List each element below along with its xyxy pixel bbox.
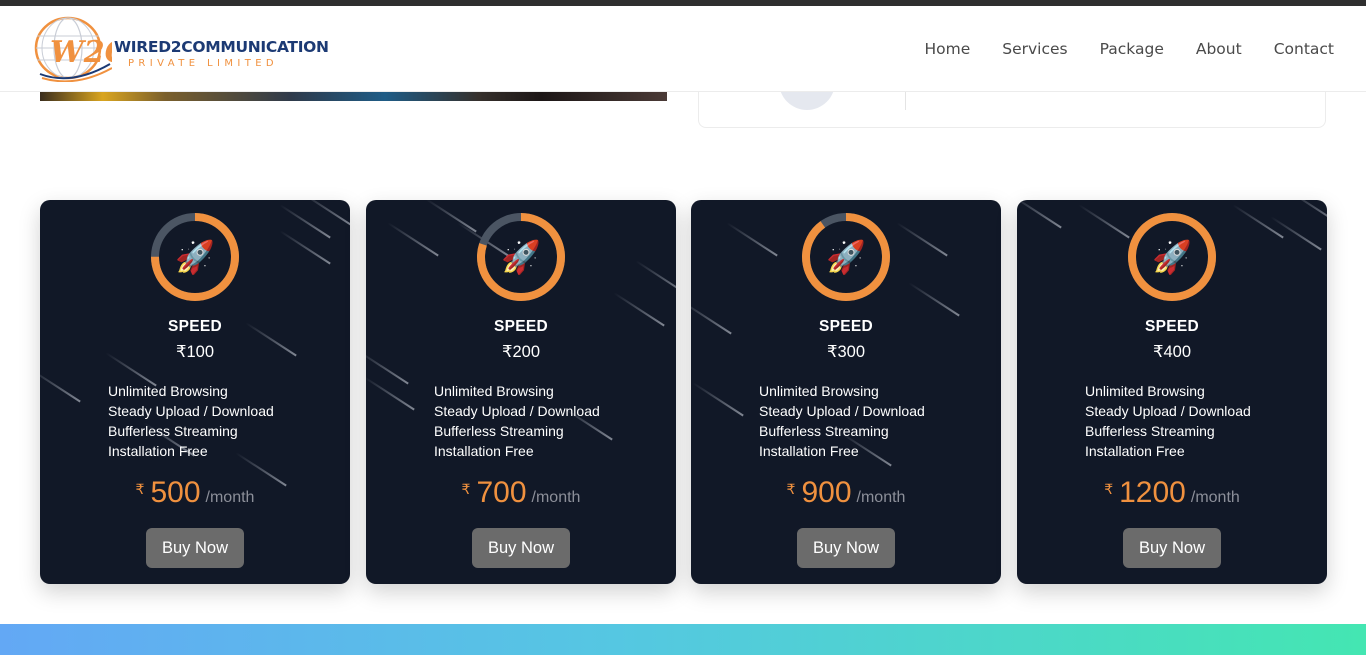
list-item: Installation Free xyxy=(108,443,208,459)
rocket-icon: 🚀 xyxy=(501,239,541,275)
pricing-plans: 🚀 SPEED ₹100 Unlimited Browsing Steady U… xyxy=(40,200,1327,584)
nav-contact[interactable]: Contact xyxy=(1274,40,1334,58)
feature-list: Unlimited Browsing Steady Upload / Downl… xyxy=(434,381,600,461)
nav-home[interactable]: Home xyxy=(924,40,970,58)
list-item: Steady Upload / Download xyxy=(759,403,925,419)
list-item: Unlimited Browsing xyxy=(759,383,879,399)
list-item: Bufferless Streaming xyxy=(108,423,238,439)
currency-symbol: ₹ xyxy=(135,481,145,497)
price-amount: 700 xyxy=(476,476,527,509)
divider xyxy=(905,92,906,110)
hero-image-strip xyxy=(40,92,667,101)
rocket-icon: 🚀 xyxy=(826,239,866,275)
currency-symbol: ₹ xyxy=(461,481,471,497)
plan-price: ₹ 1200 /month xyxy=(1017,476,1327,510)
globe-logo-icon: W2C xyxy=(34,16,112,82)
buy-now-button[interactable]: Buy Now xyxy=(797,528,895,568)
price-amount: 900 xyxy=(801,476,852,509)
plan-card: 🚀 SPEED ₹400 Unlimited Browsing Steady U… xyxy=(1017,200,1327,584)
site-header: W2C WIRED2COMMUNICATION PRIVATE LIMITED … xyxy=(0,6,1366,92)
speed-value: ₹400 xyxy=(1152,343,1192,361)
speed-value: ₹200 xyxy=(501,343,541,361)
speed-label: SPEED xyxy=(1144,318,1200,335)
speed-label: SPEED xyxy=(167,318,223,335)
rocket-icon: 🚀 xyxy=(175,239,215,275)
buy-now-button[interactable]: Buy Now xyxy=(472,528,570,568)
price-period: /month xyxy=(205,489,255,506)
nav-package[interactable]: Package xyxy=(1100,40,1164,58)
currency-symbol: ₹ xyxy=(786,481,796,497)
buy-now-button[interactable]: Buy Now xyxy=(1123,528,1221,568)
main-nav: Home Services Package About Contact xyxy=(892,6,1334,92)
nav-about[interactable]: About xyxy=(1196,40,1242,58)
speed-value: ₹100 xyxy=(175,343,215,361)
list-item: Installation Free xyxy=(759,443,859,459)
list-item: Bufferless Streaming xyxy=(759,423,889,439)
price-amount: 1200 xyxy=(1119,476,1186,509)
list-item: Steady Upload / Download xyxy=(1085,403,1251,419)
speed-label: SPEED xyxy=(493,318,549,335)
rocket-icon: 🚀 xyxy=(1152,239,1192,275)
nav-services[interactable]: Services xyxy=(1002,40,1067,58)
brand-logo[interactable]: W2C WIRED2COMMUNICATION PRIVATE LIMITED xyxy=(32,16,329,82)
plan-card: 🚀 SPEED ₹300 Unlimited Browsing Steady U… xyxy=(691,200,1001,584)
buy-now-button[interactable]: Buy Now xyxy=(146,528,244,568)
list-item: Installation Free xyxy=(1085,443,1185,459)
price-amount: 500 xyxy=(150,476,201,509)
list-item: Bufferless Streaming xyxy=(1085,423,1215,439)
brand-tagline: PRIVATE LIMITED xyxy=(128,58,279,69)
feature-list: Unlimited Browsing Steady Upload / Downl… xyxy=(759,381,925,461)
speed-label: SPEED xyxy=(818,318,874,335)
currency-symbol: ₹ xyxy=(1104,481,1114,497)
list-item: Installation Free xyxy=(434,443,534,459)
price-period: /month xyxy=(531,489,581,506)
list-item: Unlimited Browsing xyxy=(1085,383,1205,399)
list-item: Unlimited Browsing xyxy=(108,383,228,399)
feature-list: Unlimited Browsing Steady Upload / Downl… xyxy=(108,381,274,461)
price-period: /month xyxy=(1190,489,1240,506)
price-period: /month xyxy=(856,489,906,506)
feature-list: Unlimited Browsing Steady Upload / Downl… xyxy=(1085,381,1251,461)
footer-gradient-band xyxy=(0,624,1366,655)
list-item: Bufferless Streaming xyxy=(434,423,564,439)
logo-mark-text: W2C xyxy=(50,35,112,70)
plan-card: 🚀 SPEED ₹200 Unlimited Browsing Steady U… xyxy=(366,200,676,584)
plan-price: ₹ 900 /month xyxy=(691,476,1001,510)
brand-name: WIRED2COMMUNICATION xyxy=(114,38,329,56)
list-item: Steady Upload / Download xyxy=(434,403,600,419)
plan-price: ₹ 500 /month xyxy=(40,476,350,510)
list-item: Unlimited Browsing xyxy=(434,383,554,399)
list-item: Steady Upload / Download xyxy=(108,403,274,419)
speed-value: ₹300 xyxy=(826,343,866,361)
plan-card: 🚀 SPEED ₹100 Unlimited Browsing Steady U… xyxy=(40,200,350,584)
plan-price: ₹ 700 /month xyxy=(366,476,676,510)
